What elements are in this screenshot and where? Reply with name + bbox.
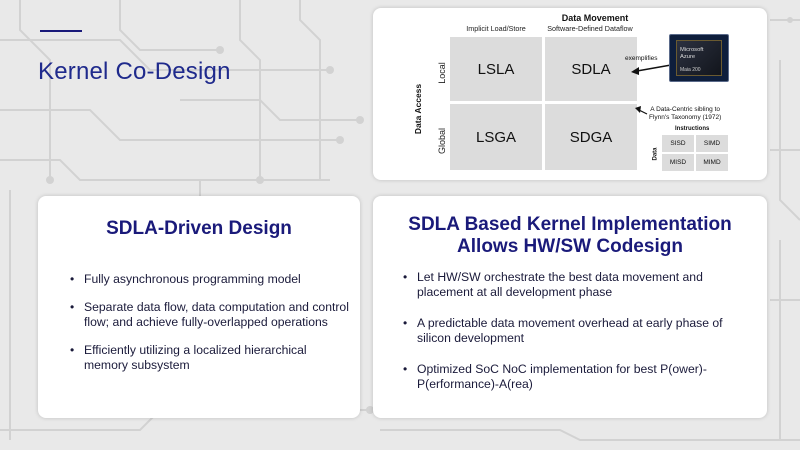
list-item: • Fully asynchronous programming model [70, 272, 352, 287]
taxonomy-note: A Data-Centric sibling to Flynn's Taxono… [649, 106, 721, 122]
cell-sdla: SDLA [545, 37, 637, 101]
flynn-col-label: Instructions [675, 126, 710, 132]
cell-lsga: LSGA [450, 104, 542, 170]
cell-sdga: SDGA [545, 104, 637, 170]
chip-brand-line2: Azure [680, 53, 696, 60]
taxonomy-note-line2: Flynn's Taxonomy (1972) [649, 114, 722, 121]
diagram-title: Data Movement [561, 13, 629, 23]
sdla-driven-design-card: SDLA-Driven Design • Fully asynchronous p… [38, 196, 360, 418]
bullet-text: Fully asynchronous programming model [84, 272, 301, 286]
left-card-bullets: • Fully asynchronous programming model • S… [70, 272, 352, 386]
list-item: • Separate data flow, data computation an… [70, 300, 352, 330]
right-card-heading: SDLA Based Kernel Implementation Allows … [373, 214, 767, 258]
flynn-cell-simd: SIMD [696, 135, 728, 152]
col-label-software-defined: Software-Defined Dataflow [547, 24, 633, 33]
bullet-text: A predictable data movement overhead at … [417, 316, 723, 345]
data-movement-diagram: Data Movement Implicit Load/Store Softwa… [373, 8, 767, 180]
slide-title: Kernel Co-Design [38, 58, 231, 85]
bullet-icon: • [403, 362, 408, 376]
flynn-cell-sisd: SISD [662, 135, 694, 152]
title-accent-line [40, 30, 82, 32]
col-label-implicit: Implicit Load/Store [466, 24, 526, 33]
arrow-left-icon [631, 64, 672, 75]
bullet-text: Optimized SoC NoC implementation for bes… [417, 362, 707, 391]
right-card-bullets: • Let HW/SW orchestrate the best data mov… [403, 270, 759, 408]
list-item: • Let HW/SW orchestrate the best data mov… [403, 270, 759, 300]
row-label-local: Local [437, 62, 447, 84]
flynn-cell-mimd: MIMD [696, 154, 728, 171]
bullet-icon: • [70, 343, 75, 357]
list-item: • A predictable data movement overhead at… [403, 316, 759, 346]
bullet-icon: • [403, 316, 408, 330]
bullet-icon: • [70, 300, 75, 314]
chip-model: Maia 200 [680, 67, 701, 73]
chip-brand-line1: Microsoft [680, 47, 704, 53]
arrow-up-left-icon [635, 106, 648, 115]
maia-chip-image: Microsoft Azure Maia 200 [669, 34, 729, 82]
bullet-text: Efficiently utilizing a localized hierar… [84, 343, 307, 372]
bullet-text: Separate data flow, data computation and… [84, 300, 349, 329]
flynn-cell-misd: MISD [662, 154, 694, 171]
right-card-heading-line2: Allows HW/SW Codesign [457, 235, 683, 257]
list-item: • Efficiently utilizing a localized hiera… [70, 343, 352, 373]
bullet-text: Let HW/SW orchestrate the best data move… [417, 270, 703, 299]
bullet-icon: • [70, 272, 75, 286]
flynn-row-label: Data [652, 147, 659, 161]
list-item: • Optimized SoC NoC implementation for be… [403, 362, 759, 392]
row-label-global: Global [437, 128, 447, 155]
sdla-kernel-implementation-card: SDLA Based Kernel Implementation Allows … [373, 196, 767, 418]
axis-label-data-access: Data Access [413, 83, 423, 135]
exemplifies-label: exemplifies [625, 55, 658, 62]
chip-brand: Microsoft Azure [680, 47, 704, 60]
right-card-heading-line1: SDLA Based Kernel Implementation [408, 214, 732, 235]
left-card-heading: SDLA-Driven Design [106, 218, 292, 239]
taxonomy-note-line1: A Data-Centric sibling to [650, 106, 721, 113]
cell-lsla: LSLA [450, 37, 542, 101]
bullet-icon: • [403, 270, 408, 284]
